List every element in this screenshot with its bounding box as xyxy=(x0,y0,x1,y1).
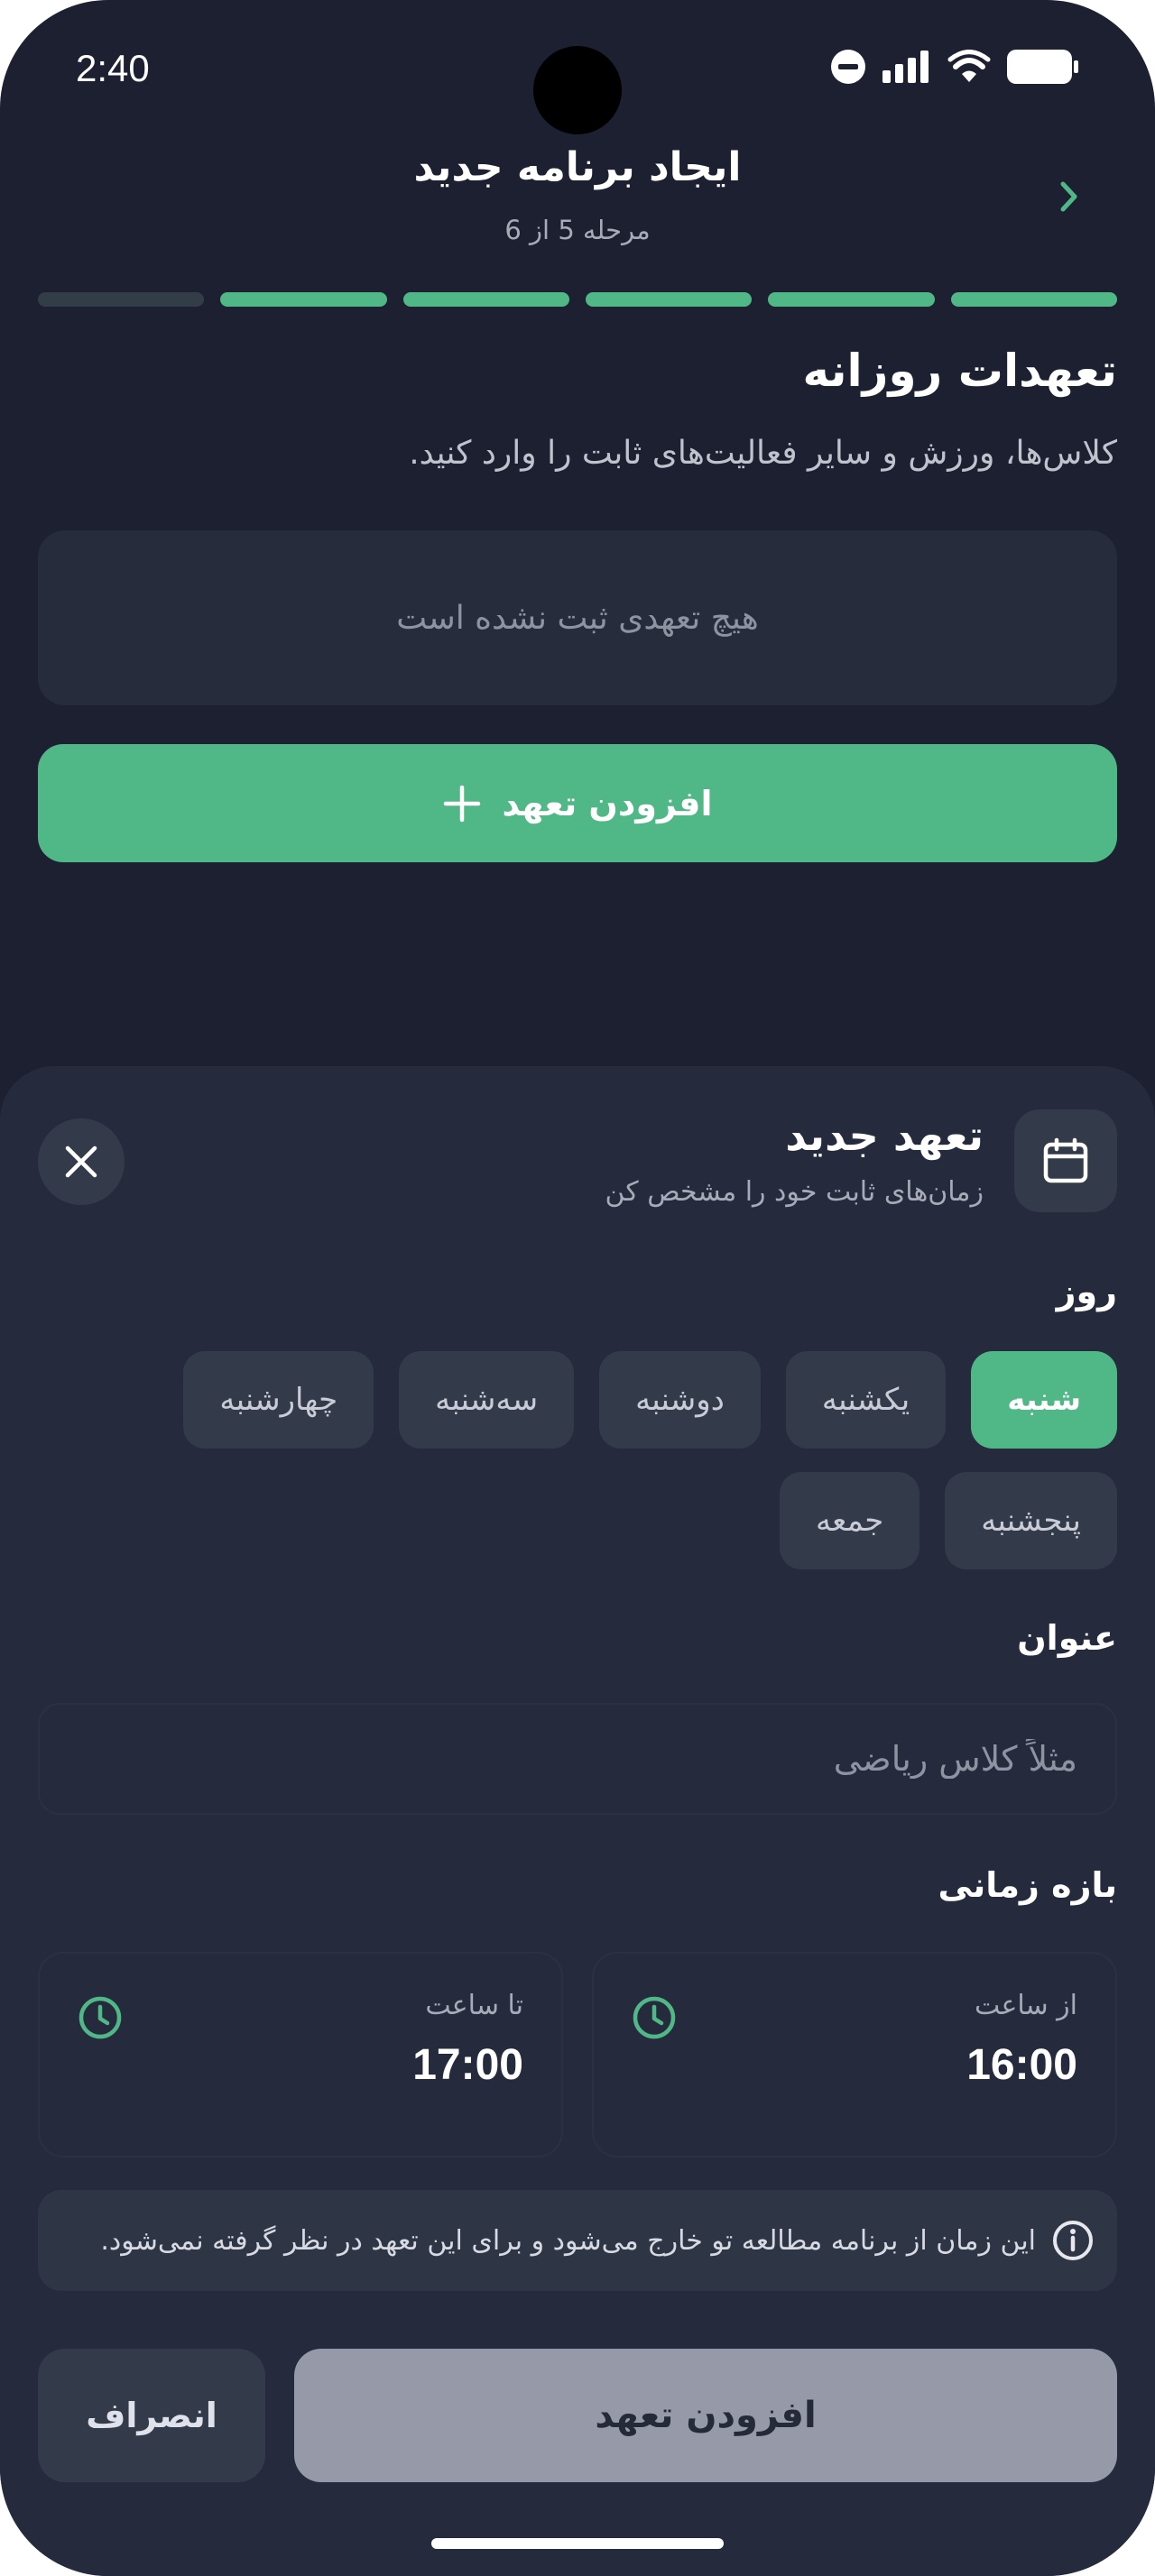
phone-screen: 2:40 ایجاد برنامه جدید مرحله 5 از 6 تعهد… xyxy=(0,0,1155,2576)
progress-segment xyxy=(402,292,569,307)
close-icon xyxy=(65,1145,97,1178)
status-icons xyxy=(830,49,1079,85)
to-time-value: 17:00 xyxy=(412,2041,523,2089)
sheet-icon-badge xyxy=(1014,1109,1117,1212)
day-chip[interactable]: جمعه xyxy=(779,1472,920,1569)
info-icon xyxy=(1053,2221,1093,2260)
camera-cutout xyxy=(533,46,622,134)
info-text: این زمان از برنامه مطالعه تو خارج می‌شود… xyxy=(100,2224,1036,2257)
plus-icon xyxy=(444,785,481,822)
chevron-right-icon xyxy=(1060,181,1077,212)
progress-segment xyxy=(38,292,205,307)
progress-bar xyxy=(38,292,1117,307)
sheet-subtitle: زمان‌های ثابت خود را مشخص کن xyxy=(605,1176,984,1208)
progress-segment xyxy=(950,292,1117,307)
day-selector: شنبه یکشنبه دوشنبه سه‌شنبه چهارشنبه پنجشنبه جم… xyxy=(38,1351,1117,1569)
from-time-value: 16:00 xyxy=(966,2041,1077,2089)
submit-commitment-button[interactable]: افزودن تعهد xyxy=(294,2349,1117,2482)
from-time-picker[interactable]: از ساعت 16:00 xyxy=(592,1952,1117,2157)
day-chip[interactable]: یکشنبه xyxy=(785,1351,947,1449)
signal-icon xyxy=(882,51,929,83)
to-time-picker[interactable]: تا ساعت 17:00 xyxy=(38,1952,563,2157)
info-note: این زمان از برنامه مطالعه تو خارج می‌شود… xyxy=(38,2190,1117,2291)
add-commitment-button[interactable]: افزودن تعهد xyxy=(38,744,1117,862)
clock-icon xyxy=(633,1996,676,2039)
page-title: ایجاد برنامه جدید xyxy=(413,144,742,190)
clock-icon xyxy=(79,1996,122,2039)
step-indicator: مرحله 5 از 6 xyxy=(504,215,651,245)
title-label: عنوان xyxy=(1017,1618,1117,1658)
do-not-disturb-icon xyxy=(831,50,865,84)
day-label: روز xyxy=(1056,1272,1117,1311)
day-chip[interactable]: پنجشنبه xyxy=(945,1472,1117,1569)
status-bar: 2:40 xyxy=(0,0,1155,135)
day-chip[interactable]: شنبه xyxy=(971,1351,1117,1449)
progress-segment xyxy=(768,292,935,307)
title-field[interactable] xyxy=(38,1703,1117,1815)
day-chip[interactable]: سه‌شنبه xyxy=(399,1351,575,1449)
sheet-title: تعهد جدید xyxy=(785,1111,984,1160)
cancel-button[interactable]: انصراف xyxy=(38,2349,265,2482)
battery-icon xyxy=(1007,50,1078,84)
progress-segment xyxy=(220,292,387,307)
time-range-label: بازه زمانی xyxy=(938,1865,1117,1905)
calendar-icon xyxy=(1043,1137,1088,1183)
new-commitment-sheet: تعهد جدید زمان‌های ثابت خود را مشخص کن ر… xyxy=(0,1066,1155,2576)
section-title: تعهدات روزانه xyxy=(802,345,1117,397)
status-time: 2:40 xyxy=(76,47,150,89)
day-chip[interactable]: چهارشنبه xyxy=(183,1351,374,1449)
progress-segment xyxy=(585,292,753,307)
close-button[interactable] xyxy=(38,1118,125,1205)
section-description: کلاس‌ها، ورزش و سایر فعالیت‌های ثابت را … xyxy=(409,435,1117,472)
day-chip[interactable]: دوشنبه xyxy=(599,1351,761,1449)
home-indicator[interactable] xyxy=(431,2538,724,2549)
empty-state: هیچ تعهدی ثبت نشده است xyxy=(38,530,1117,705)
to-time-caption: تا ساعت xyxy=(425,1990,523,2021)
back-button[interactable] xyxy=(1047,170,1092,224)
from-time-caption: از ساعت xyxy=(975,1990,1077,2021)
title-input[interactable] xyxy=(40,1705,1115,1813)
add-commitment-label: افزودن تعهد xyxy=(502,783,713,823)
wifi-icon xyxy=(947,50,991,82)
